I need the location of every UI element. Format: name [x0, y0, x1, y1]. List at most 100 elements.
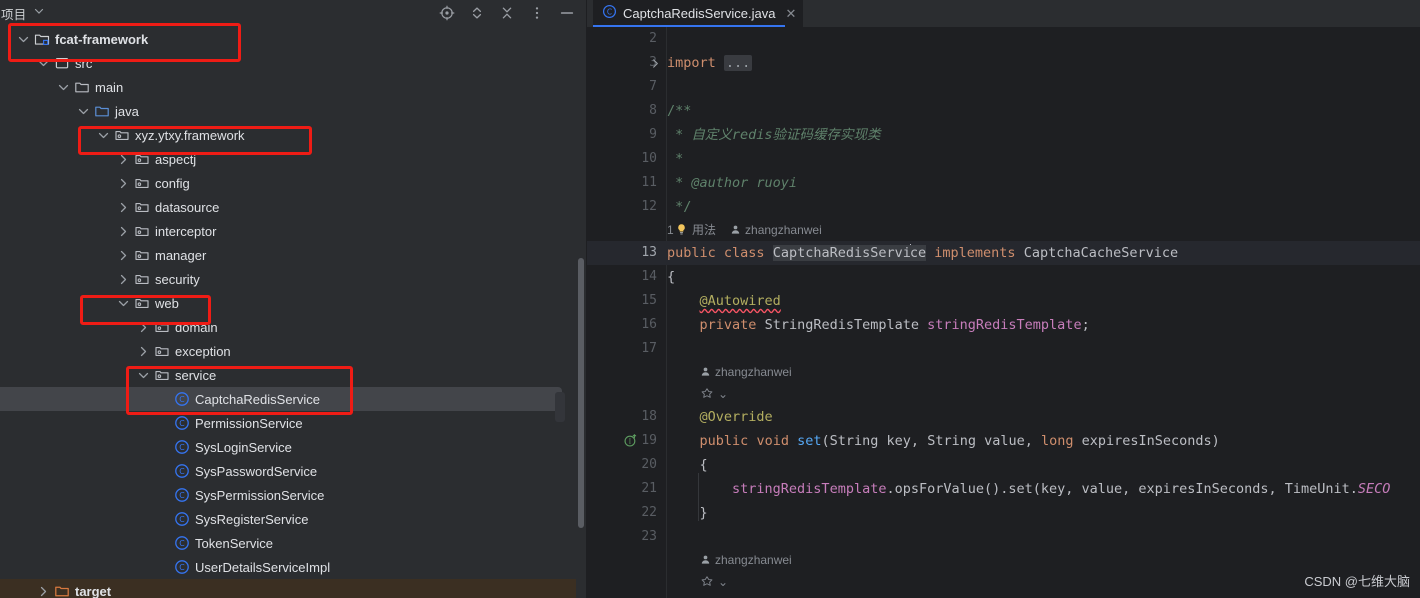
code-line-10[interactable]: 10 *: [587, 147, 1420, 171]
chevron-down-icon[interactable]: [77, 105, 90, 118]
chevron-right-icon[interactable]: [37, 585, 50, 598]
more-options-icon[interactable]: [529, 5, 545, 21]
code-line-13[interactable]: 13 public class CaptchaRedisService imple…: [587, 241, 1420, 265]
code-line-15[interactable]: 15 @Autowired: [587, 289, 1420, 313]
chevron-down-icon[interactable]: [17, 33, 30, 46]
tree-node-syspasswordservice[interactable]: C SysPasswordService: [0, 459, 580, 483]
tree-node-sysloginservice[interactable]: C SysLoginService: [0, 435, 580, 459]
usages-hint[interactable]: 1 用法: [667, 223, 716, 237]
editor-tab-captcharedisservice[interactable]: C CaptchaRedisService.java ✕: [593, 0, 804, 27]
code-line-9[interactable]: 9 * 自定义redis验证码缓存实现类: [587, 123, 1420, 147]
code-line-17[interactable]: 17: [587, 337, 1420, 361]
chevron-down-icon[interactable]: [33, 4, 45, 22]
chevron-down-icon[interactable]: [97, 129, 110, 142]
tree-node-service[interactable]: service: [0, 363, 580, 387]
tree-node-security[interactable]: security: [0, 267, 580, 291]
code-inlay-hint[interactable]: ⌄: [587, 571, 1420, 593]
implements-method-icon[interactable]: I: [623, 433, 638, 448]
tree-node-domain[interactable]: domain: [0, 315, 580, 339]
module-icon: [34, 31, 50, 47]
code-editor[interactable]: 2 3 import ... 7 8/** 9 * 自定义redis验证码缓存实现类 10 …: [587, 27, 1420, 598]
tree-node-tokenservice[interactable]: C TokenService: [0, 531, 580, 555]
author-hint[interactable]: zhangzhanwei: [730, 223, 822, 237]
svg-text:C: C: [179, 515, 185, 524]
code-line-7[interactable]: 7: [587, 75, 1420, 99]
tree-node-sysregisterservice[interactable]: C SysRegisterService: [0, 507, 580, 531]
line-number: 22: [641, 505, 657, 520]
tree-node-syspermissionservice[interactable]: C SysPermissionService: [0, 483, 580, 507]
svg-text:C: C: [179, 395, 185, 404]
code-line-8[interactable]: 8 /**: [587, 99, 1420, 123]
panel-resize-handle[interactable]: [555, 392, 565, 422]
chevron-right-icon[interactable]: [117, 273, 130, 286]
author-hint[interactable]: zhangzhanwei: [700, 553, 792, 567]
chevron-down-icon[interactable]: [137, 369, 150, 382]
chevron-down-icon[interactable]: [57, 81, 70, 94]
expand-collapse-icon[interactable]: [469, 5, 485, 21]
tree-node-xyz-ytxy-framework[interactable]: xyz.ytxy.framework: [0, 123, 580, 147]
package-icon: [154, 319, 170, 335]
code-line-12[interactable]: 12 */: [587, 195, 1420, 219]
tree-node-permissionservice[interactable]: C PermissionService: [0, 411, 580, 435]
code-line-14[interactable]: 14 {: [587, 265, 1420, 289]
tree-node-datasource[interactable]: datasource: [0, 195, 580, 219]
locate-icon[interactable]: [439, 5, 455, 21]
chevron-right-icon[interactable]: [117, 225, 130, 238]
line-number: 20: [641, 457, 657, 472]
tree-node-config[interactable]: config: [0, 171, 580, 195]
code-line-21[interactable]: 21 stringRedisTemplate.opsForValue().set…: [587, 477, 1420, 501]
tree-node-src[interactable]: src: [0, 51, 580, 75]
tree-node-web[interactable]: web: [0, 291, 580, 315]
code-inlay-hint[interactable]: zhangzhanwei: [587, 549, 1420, 571]
code-line-24[interactable]: 24 @Override: [587, 593, 1420, 598]
tree-node-label: SysPermissionService: [195, 487, 325, 503]
code-line-11[interactable]: 11 * @author ruoyi: [587, 171, 1420, 195]
chevron-right-icon[interactable]: [117, 201, 130, 214]
ai-assistant-icon[interactable]: ⌄: [700, 575, 728, 589]
code-fold-toggle-icon[interactable]: [650, 57, 661, 68]
collapse-all-icon[interactable]: [499, 5, 515, 21]
close-icon[interactable]: ✕: [785, 7, 796, 20]
chevron-right-icon[interactable]: [137, 321, 150, 334]
hide-icon[interactable]: [559, 5, 575, 21]
code-line-3[interactable]: 3 import ...: [587, 51, 1420, 75]
tree-node-manager[interactable]: manager: [0, 243, 580, 267]
tree-node-interceptor[interactable]: interceptor: [0, 219, 580, 243]
code-line-23[interactable]: 23: [587, 525, 1420, 549]
tree-node-main[interactable]: main: [0, 75, 580, 99]
chevron-right-icon[interactable]: [137, 345, 150, 358]
code-line-22[interactable]: 22 }: [587, 501, 1420, 525]
ai-assistant-icon[interactable]: ⌄: [700, 387, 728, 401]
code-inlay-hint[interactable]: 1 用法 zhangzhanwei: [587, 219, 1420, 241]
code-line-20[interactable]: 20 {: [587, 453, 1420, 477]
code-inlay-hint[interactable]: zhangzhanwei: [587, 361, 1420, 383]
tree-node-fcat-framework[interactable]: fcat-framework: [0, 27, 580, 51]
chevron-down-icon[interactable]: [117, 297, 130, 310]
chevron-right-icon[interactable]: [117, 249, 130, 262]
tree-node-java[interactable]: java: [0, 99, 580, 123]
tree-node-exception[interactable]: exception: [0, 339, 580, 363]
tree-node-target[interactable]: target: [0, 579, 580, 598]
code-line-19[interactable]: 19 I public void set(String key, String v…: [587, 429, 1420, 453]
author-hint[interactable]: zhangzhanwei: [700, 365, 792, 379]
code-inlay-hint[interactable]: ⌄: [587, 383, 1420, 405]
code-line-18[interactable]: 18 @Override: [587, 405, 1420, 429]
chevron-down-icon[interactable]: [37, 57, 50, 70]
editor-tab-label: CaptchaRedisService.java: [623, 6, 776, 21]
code-line-2[interactable]: 2: [587, 27, 1420, 51]
code-line-16[interactable]: 16 private StringRedisTemplate stringRed…: [587, 313, 1420, 337]
package-icon: [154, 367, 170, 383]
chevron-right-icon[interactable]: [117, 153, 130, 166]
tree-node-captcharedisservice[interactable]: C CaptchaRedisService: [0, 387, 580, 411]
chevron-right-icon[interactable]: [117, 177, 130, 190]
tree-node-userdetailsserviceimpl[interactable]: C UserDetailsServiceImpl: [0, 555, 580, 579]
tree-node-aspectj[interactable]: aspectj: [0, 147, 580, 171]
code-line-content: @Override: [699, 409, 773, 425]
project-panel-scrollbar[interactable]: [578, 258, 584, 528]
tree-node-label: service: [175, 367, 217, 383]
code-line-content: }: [667, 505, 708, 521]
project-tree[interactable]: fcat-framework src main java xyz.ytxy.framew…: [0, 27, 580, 598]
